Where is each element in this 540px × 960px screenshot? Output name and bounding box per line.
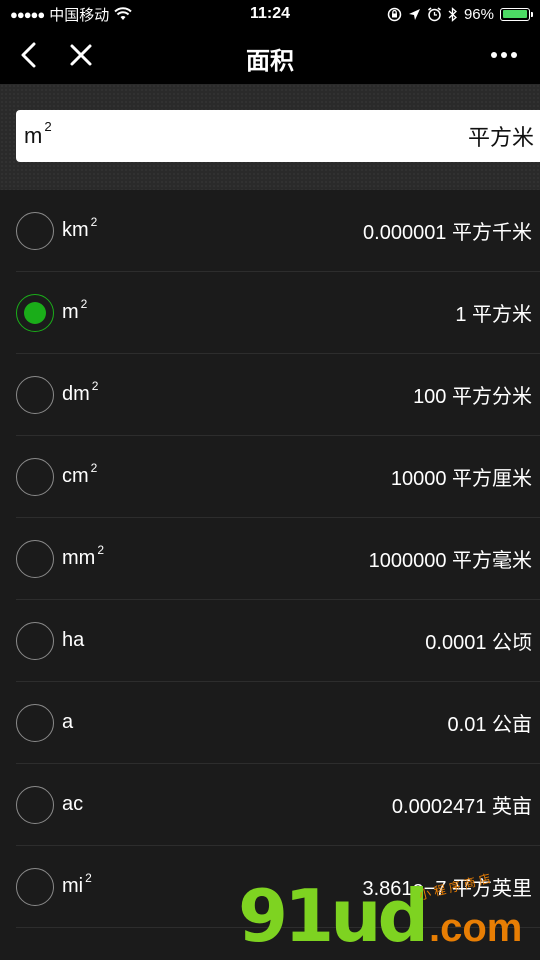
unit-row[interactable]: km 2 0.000001 平方千米 [0,190,540,272]
unit-base: mm [62,547,96,569]
unit-row[interactable]: ac 0.0002471 英亩 [0,764,540,846]
radio-button[interactable] [16,211,54,250]
unit-row[interactable]: a 0.01 公亩 [0,682,540,764]
back-button[interactable] [14,40,44,70]
unit-list: km 2 0.000001 平方千米 m 2 1 平方米 dm 2 100 平方分米 cm 2 100… [0,190,540,928]
radio-button[interactable] [16,703,54,742]
unit-row[interactable]: cm 2 10000 平方厘米 [0,436,540,518]
rotation-lock-icon [387,7,402,21]
value-input[interactable]: m2 平方米 [16,110,540,162]
unit-row-content: a 0.01 公亩 [16,682,540,764]
carrier-name: 中国移动 [49,6,110,24]
more-button[interactable] [486,40,522,70]
unit-value: 3.861e−7 平方英里 [362,878,532,900]
unit-row-content: dm 2 100 平方分米 [16,354,540,436]
status-left: ●●●●● 中国移动 [10,4,270,25]
unit-exponent: 2 [90,461,98,475]
unit-value: 100 平方分米 [413,386,532,408]
unit-base: a [62,711,74,733]
unit-value: 10000 平方厘米 [390,468,532,490]
radio-button[interactable] [16,785,54,824]
signal-strength-icon: ●●●●● [10,6,45,22]
unit-row[interactable]: mi 2 3.861e−7 平方英里 [0,846,540,928]
radio-selected-dot [24,301,46,324]
unit-symbol: ha [62,629,84,652]
unit-base: dm [62,383,90,405]
status-right: 96% [270,5,533,23]
radio-button[interactable] [16,293,54,332]
unit-symbol: a [62,711,73,734]
close-button[interactable] [66,40,96,70]
radio-button[interactable] [16,539,54,578]
radio-button[interactable] [16,621,54,660]
unit-value: 0.0002471 英亩 [391,796,532,818]
radio-button[interactable] [16,457,54,496]
unit-row-content: mm 2 1000000 平方毫米 [16,518,540,600]
unit-symbol: ac [62,793,83,816]
alarm-icon [428,6,441,21]
unit-value: 0.0001 公顷 [425,632,532,654]
unit-row-content: mi 2 3.861e−7 平方英里 [16,846,540,928]
unit-exponent: 2 [85,871,92,885]
unit-symbol: mm 2 [62,543,105,570]
unit-value: 1000000 平方毫米 [368,550,532,572]
unit-base: mi [62,875,84,897]
unit-symbol: dm 2 [62,379,99,406]
navigation-bar: 面积 [0,28,540,84]
input-unit-name: 平方米 [467,125,534,150]
wifi-icon [114,7,132,20]
unit-row[interactable]: m2 1 平方米 [0,272,540,354]
unit-symbol: m2 [62,297,88,324]
unit-row-content: cm 2 10000 平方厘米 [16,436,540,518]
unit-base: ac [62,793,84,815]
unit-row[interactable]: ha 0.0001 公顷 [0,600,540,682]
unit-row-content: km 2 0.000001 平方千米 [16,190,540,272]
battery-percent: 96% [463,5,494,23]
unit-symbol: mi 2 [62,871,92,898]
battery-level-fill [502,10,527,18]
location-arrow-icon [408,8,420,20]
unit-value: 0.000001 平方千米 [363,222,532,244]
radio-button[interactable] [16,375,54,414]
more-dot-icon [511,52,517,58]
input-unit-symbol: m2 [24,118,52,149]
unit-row-content: ha 0.0001 公顷 [16,600,540,682]
unit-exponent: 2 [90,215,98,229]
input-unit-exponent: 2 [44,118,52,134]
unit-row-content: ac 0.0002471 英亩 [16,764,540,846]
unit-value: 0.01 公亩 [447,714,532,736]
unit-exponent: 2 [91,379,99,393]
unit-base: km [62,219,89,241]
bluetooth-icon [448,6,457,22]
radio-button[interactable] [16,867,54,906]
unit-value: 1 平方米 [455,304,532,326]
input-area: m2 平方米 [0,84,540,190]
unit-base: ha [62,629,85,651]
unit-row[interactable]: mm 2 1000000 平方毫米 [0,518,540,600]
more-dot-icon [491,52,497,58]
close-icon [70,44,92,66]
unit-row[interactable]: dm 2 100 平方分米 [0,354,540,436]
unit-symbol: cm 2 [62,461,98,488]
unit-exponent: 2 [80,297,88,311]
unit-row-content: m2 1 平方米 [16,272,540,354]
status-bar: ●●●●● 中国移动 11:24 96% [0,0,540,28]
unit-exponent: 2 [97,543,105,557]
unit-symbol: km 2 [62,215,98,242]
unit-base: m [62,301,79,323]
battery-icon [500,7,533,21]
unit-base: cm [62,465,89,487]
more-dot-icon [501,52,507,58]
chevron-left-icon [21,42,36,68]
input-unit-base: m [24,123,43,148]
